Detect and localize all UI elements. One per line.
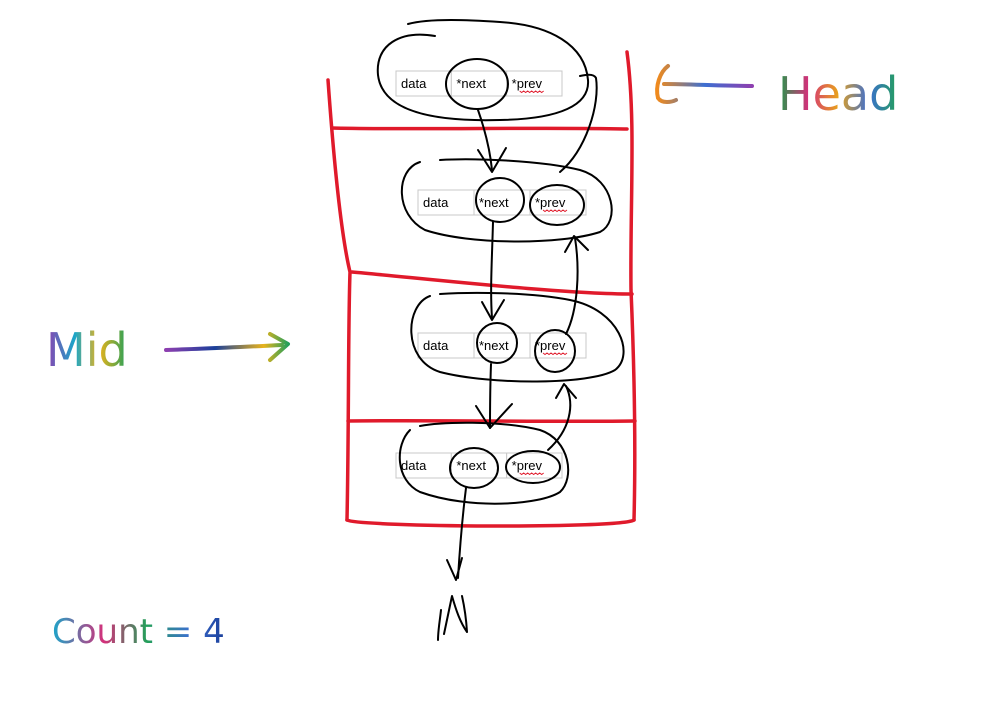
node-4-table: data *next *prev — [395, 452, 563, 479]
node-2-data-label: data — [423, 195, 449, 210]
node-2-prev-label: *prev — [535, 195, 566, 210]
mid-label: Mid — [46, 323, 128, 377]
node-4-prev-arrow — [547, 385, 572, 451]
stack-right-wall — [625, 50, 637, 522]
node-4-next-label: *next — [456, 458, 486, 473]
node-3-next-arrow — [489, 363, 492, 429]
stack-left-wall — [326, 78, 352, 522]
mid-arrow — [164, 332, 290, 362]
null-marker — [437, 595, 468, 641]
node-2-table: data *next *prev — [417, 189, 587, 216]
node-4-data-label: data — [401, 458, 427, 473]
diagram-canvas: data *next *prev data *next *prev data *next *pr… — [46, 19, 898, 652]
node-2-next-arrowhead — [481, 299, 505, 321]
node-1-next-label: *next — [456, 76, 486, 91]
node-1-table: data *next *prev — [395, 70, 563, 97]
stack-divider-1 — [330, 126, 629, 131]
count-label: Count = 4 — [52, 612, 225, 652]
head-label: Head — [778, 67, 898, 121]
mid-annotation: Mid — [46, 323, 290, 377]
node-3-next-label: *next — [479, 338, 509, 353]
node-1-data-label: data — [401, 76, 427, 91]
node-2-next-arrow — [490, 221, 494, 319]
node-4-prev-arrowhead — [555, 383, 577, 399]
stack-bottom — [345, 518, 636, 528]
node-3-prev-label: *prev — [535, 338, 566, 353]
head-arrow — [655, 64, 754, 104]
node-1-outline — [376, 19, 590, 122]
head-annotation: Head — [655, 64, 898, 121]
node-2-prev-to-node-1 — [559, 73, 598, 173]
node-3-data-label: data — [423, 338, 449, 353]
node-3-table: data *next *prev — [417, 332, 587, 359]
stack-divider-3 — [346, 418, 637, 424]
node-1-prev-label: *prev — [512, 76, 543, 91]
node-2-next-label: *next — [479, 195, 509, 210]
node-4-prev-label: *prev — [512, 458, 543, 473]
hand-drawn-ink — [376, 19, 625, 641]
node-3-prev-arrow — [565, 237, 579, 335]
